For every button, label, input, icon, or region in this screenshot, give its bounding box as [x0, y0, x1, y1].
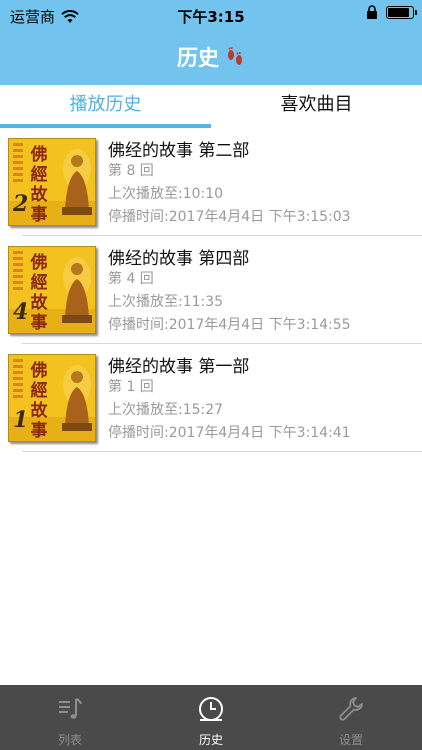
clock-icon — [199, 697, 223, 721]
item-last-position: 上次播放至:11:35 — [108, 294, 224, 310]
history-item[interactable]: 佛經故事 1 佛经的故事 第一部 第 1 回 上次播放至:15:27 停播时间:… — [0, 344, 422, 452]
cover-number: 4 — [13, 299, 29, 325]
battery-level — [388, 7, 409, 17]
item-title: 佛经的故事 第一部 — [108, 357, 250, 377]
footprints-icon — [228, 46, 242, 65]
tab-play-history[interactable]: 播放历史 — [0, 85, 211, 127]
item-stopped-time: 停播时间:2017年4月4日 下午3:14:41 — [108, 425, 351, 441]
item-stopped-time: 停播时间:2017年4月4日 下午3:15:03 — [108, 209, 351, 225]
item-episode: 第 4 回 — [108, 271, 154, 287]
page-title: 历史 — [177, 45, 219, 70]
item-episode: 第 8 回 — [108, 163, 154, 179]
music-list-icon — [59, 698, 82, 719]
tabbar-label-history: 历史 — [198, 733, 223, 747]
buddha-figure-icon — [62, 149, 92, 215]
item-stopped-time: 停播时间:2017年4月4日 下午3:14:55 — [108, 317, 351, 333]
item-last-position: 上次播放至:10:10 — [108, 186, 224, 202]
wrench-icon — [339, 697, 363, 721]
album-cover: 佛經故事 1 — [8, 354, 96, 442]
album-cover: 佛經故事 2 — [8, 138, 96, 226]
status-bar: 运营商 下午3:15 — [0, 0, 422, 28]
history-item[interactable]: 佛經故事 4 佛经的故事 第四部 第 4 回 上次播放至:11:35 停播时间:… — [0, 236, 422, 344]
cover-pattern — [13, 251, 23, 291]
battery-icon — [386, 5, 417, 19]
item-title: 佛经的故事 第四部 — [108, 249, 250, 269]
cover-title: 佛經故事 — [30, 253, 48, 333]
cover-title: 佛經故事 — [30, 361, 48, 441]
tabbar-item-history[interactable]: 历史 — [141, 685, 281, 750]
tabbar-item-list[interactable]: 列表 — [0, 685, 140, 750]
album-cover: 佛經故事 4 — [8, 246, 96, 334]
rotation-lock-icon — [367, 5, 377, 19]
cover-number: 1 — [13, 407, 29, 433]
item-episode: 第 1 回 — [108, 379, 154, 395]
bottom-tab-bar: 列表 历史 设置 — [0, 685, 422, 750]
tabbar-item-settings[interactable]: 设置 — [281, 685, 421, 750]
cover-title: 佛經故事 — [30, 145, 48, 225]
cover-number: 2 — [13, 191, 29, 217]
cover-pattern — [13, 143, 23, 183]
tabbar-label-settings: 设置 — [338, 733, 363, 747]
item-title: 佛经的故事 第二部 — [108, 141, 250, 161]
buddha-figure-icon — [62, 257, 92, 323]
history-item[interactable]: 佛經故事 2 佛经的故事 第二部 第 8 回 上次播放至:10:10 停播时间:… — [0, 128, 422, 236]
status-time: 下午3:15 — [177, 8, 245, 26]
nav-bar: 历史 — [0, 28, 422, 85]
item-last-position: 上次播放至:15:27 — [108, 402, 224, 418]
tabbar-label-list: 列表 — [57, 733, 82, 747]
tab-favorite-tracks[interactable]: 喜欢曲目 — [211, 85, 422, 127]
status-right-group — [366, 5, 417, 19]
cover-pattern — [13, 359, 23, 399]
history-list: 佛經故事 2 佛经的故事 第二部 第 8 回 上次播放至:10:10 停播时间:… — [0, 128, 422, 452]
segment-tabs: 播放历史 喜欢曲目 — [0, 85, 422, 127]
buddha-figure-icon — [62, 365, 92, 431]
